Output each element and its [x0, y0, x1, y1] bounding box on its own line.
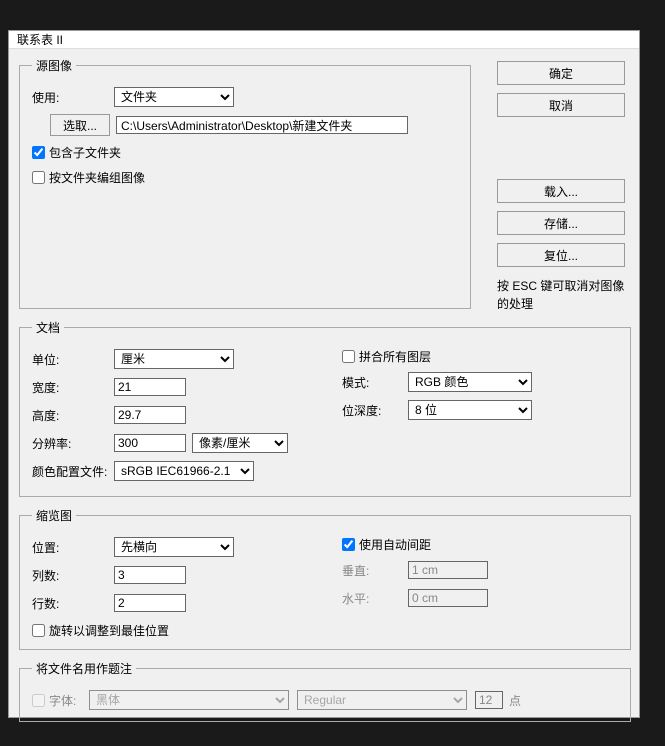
window-title: 联系表 II: [17, 31, 63, 48]
cols-label: 列数:: [32, 567, 114, 584]
source-legend: 源图像: [32, 57, 76, 74]
caption-enable-input: [32, 694, 45, 707]
rotate-input[interactable]: [32, 624, 45, 637]
choose-button[interactable]: 选取...: [50, 114, 110, 136]
depth-label: 位深度:: [342, 402, 408, 419]
font-select: 黑体: [89, 690, 289, 710]
caption-group: 将文件名用作题注 字体: 黑体 Regular 点: [19, 660, 631, 722]
thumbnail-legend: 缩览图: [32, 507, 76, 524]
rows-label: 行数:: [32, 595, 114, 612]
position-select[interactable]: 先横向: [114, 537, 234, 557]
dialog-content: 确定 取消 载入... 存储... 复位... 按 ESC 键可取消对图像的处理…: [9, 49, 639, 728]
mode-label: 模式:: [342, 374, 408, 391]
resolution-unit-select[interactable]: 像素/厘米: [192, 433, 288, 453]
horizontal-label: 水平:: [342, 590, 408, 607]
resolution-input[interactable]: [114, 434, 186, 452]
path-display: C:\Users\Administrator\Desktop\新建文件夹: [116, 116, 408, 134]
mode-select[interactable]: RGB 颜色: [408, 372, 532, 392]
include-subfolders-input[interactable]: [32, 146, 45, 159]
cols-input[interactable]: [114, 566, 186, 584]
esc-hint: 按 ESC 键可取消对图像的处理: [497, 277, 625, 313]
source-group: 源图像 使用: 文件夹 选取... C:\Users\Administrator…: [19, 57, 471, 309]
resolution-label: 分辨率:: [32, 435, 114, 452]
vertical-input: [408, 561, 488, 579]
profile-label: 颜色配置文件:: [32, 463, 114, 480]
document-legend: 文档: [32, 319, 64, 336]
height-label: 高度:: [32, 407, 114, 424]
caption-legend: 将文件名用作题注: [32, 660, 136, 677]
reset-button[interactable]: 复位...: [497, 243, 625, 267]
font-size-unit: 点: [509, 692, 521, 709]
flatten-check[interactable]: 拼合所有图层: [342, 348, 618, 365]
font-size-input: [475, 691, 503, 709]
font-label: 字体:: [49, 692, 89, 709]
include-subfolders-check[interactable]: 包含子文件夹: [32, 144, 458, 161]
titlebar: 联系表 II: [9, 31, 639, 49]
group-by-folder-check[interactable]: 按文件夹编组图像: [32, 169, 458, 186]
ok-button[interactable]: 确定: [497, 61, 625, 85]
width-label: 宽度:: [32, 379, 114, 396]
depth-select[interactable]: 8 位: [408, 400, 532, 420]
action-column: 确定 取消 载入... 存储... 复位... 按 ESC 键可取消对图像的处理: [497, 61, 625, 313]
save-button[interactable]: 存储...: [497, 211, 625, 235]
group-by-folder-input[interactable]: [32, 171, 45, 184]
horizontal-input: [408, 589, 488, 607]
width-input[interactable]: [114, 378, 186, 396]
use-select[interactable]: 文件夹: [114, 87, 234, 107]
rows-input[interactable]: [114, 594, 186, 612]
profile-select[interactable]: sRGB IEC61966-2.1: [114, 461, 254, 481]
auto-spacing-check[interactable]: 使用自动间距: [342, 536, 618, 553]
height-input[interactable]: [114, 406, 186, 424]
vertical-label: 垂直:: [342, 562, 408, 579]
unit-label: 单位:: [32, 351, 114, 368]
rotate-check[interactable]: 旋转以调整到最佳位置: [32, 622, 312, 639]
position-label: 位置:: [32, 539, 114, 556]
thumbnail-group: 缩览图 位置: 先横向 列数: 行数:: [19, 507, 631, 650]
flatten-input[interactable]: [342, 350, 355, 363]
auto-spacing-input[interactable]: [342, 538, 355, 551]
cancel-button[interactable]: 取消: [497, 93, 625, 117]
unit-select[interactable]: 厘米: [114, 349, 234, 369]
use-label: 使用:: [32, 89, 114, 106]
load-button[interactable]: 载入...: [497, 179, 625, 203]
dialog-window: 联系表 II 确定 取消 载入... 存储... 复位... 按 ESC 键可取…: [8, 30, 640, 718]
document-group: 文档 单位: 厘米 宽度: 高度:: [19, 319, 631, 497]
font-style-select: Regular: [297, 690, 467, 710]
